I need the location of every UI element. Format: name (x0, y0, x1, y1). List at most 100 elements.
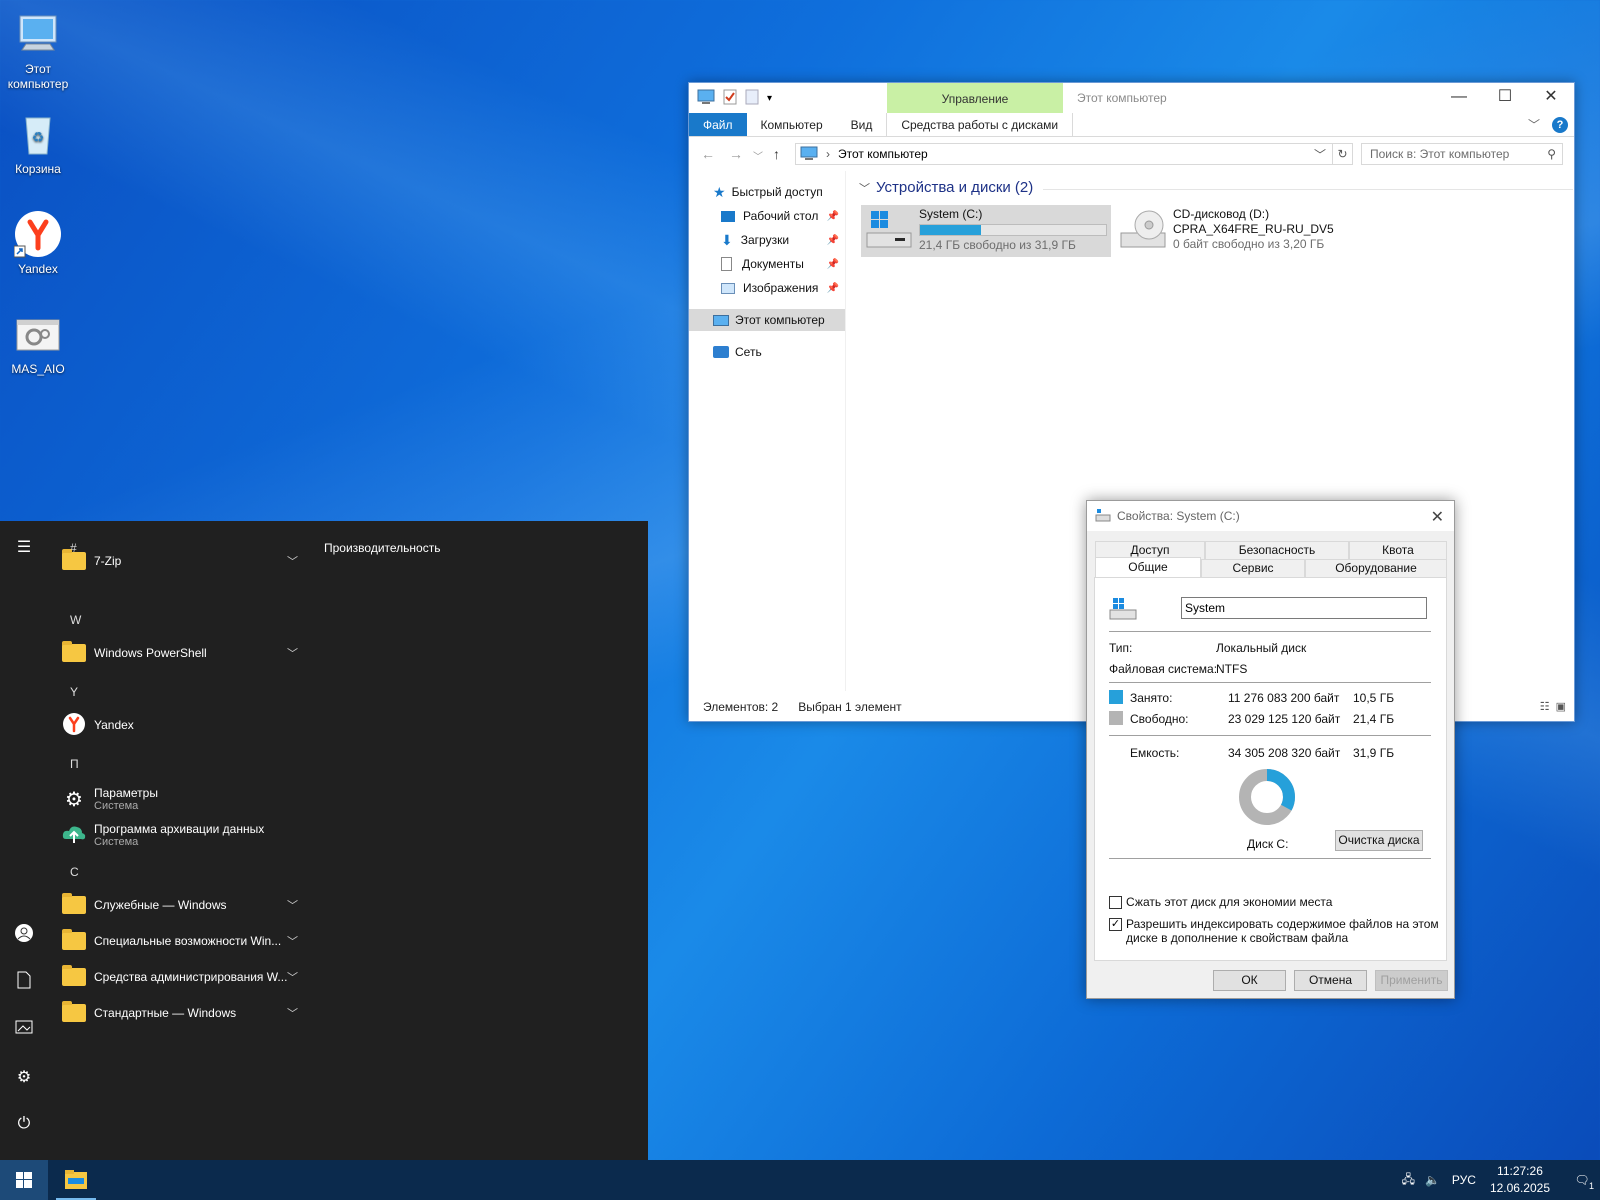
nav-label: Изображения (743, 281, 819, 295)
nav-this-pc[interactable]: Этот компьютер (689, 309, 845, 331)
tab-file[interactable]: Файл (689, 113, 747, 136)
cd-drive-icon (1119, 207, 1167, 256)
compress-checkbox[interactable] (1109, 896, 1122, 909)
app-admin-tools[interactable]: Средства администрирования W... ﹀ (62, 960, 302, 994)
drive-system-c[interactable]: System (C:) 21,4 ГБ свободно из 31,9 ГБ (861, 205, 1111, 257)
user-account-icon[interactable] (14, 923, 34, 943)
pin-icon[interactable]: 📌 (827, 211, 839, 222)
app-yandex[interactable]: Yandex (62, 708, 302, 742)
maximize-button[interactable]: ☐ (1482, 83, 1528, 113)
desktop-icon-recycle-bin[interactable]: ♻ Корзина (2, 110, 74, 177)
minimize-button[interactable]: — (1436, 83, 1482, 113)
app-7zip[interactable]: 7-Zip ﹀ (62, 544, 302, 578)
help-icon[interactable]: ? (1552, 116, 1568, 133)
tab-tools[interactable]: Сервис (1201, 559, 1305, 577)
free-label: Свободно: (1130, 712, 1189, 726)
nav-downloads[interactable]: ⬇ Загрузки 📌 (689, 229, 845, 251)
large-icons-view-icon[interactable]: ▣ (1556, 700, 1566, 713)
address-dropdown-icon[interactable]: ﹀ (1314, 146, 1326, 163)
cancel-button[interactable]: Отмена (1294, 970, 1367, 991)
tab-view[interactable]: Вид (837, 113, 887, 136)
app-backup[interactable]: Программа архивации данных Система (62, 817, 302, 853)
manage-context-tab[interactable]: Управление (887, 83, 1063, 113)
app-windows-system[interactable]: Служебные — Windows ﹀ (62, 888, 302, 922)
start-button[interactable] (0, 1160, 48, 1200)
refresh-button[interactable]: ↻ (1333, 143, 1353, 165)
ok-button[interactable]: ОК (1213, 970, 1286, 991)
tab-security[interactable]: Безопасность (1205, 541, 1349, 559)
drive-cd-d[interactable]: CD-дисковод (D:) CPRA_X64FRE_RU-RU_DV5 0… (1115, 205, 1355, 257)
apply-button[interactable]: Применить (1375, 970, 1448, 991)
recent-locations-icon[interactable]: ﹀ (753, 148, 763, 163)
desktop-icon-mas-aio[interactable]: MAS_AIO (2, 310, 74, 377)
nav-pictures[interactable]: Изображения 📌 (689, 277, 845, 299)
taskbar-file-explorer[interactable] (56, 1160, 96, 1200)
customize-qat-icon[interactable]: ▾ (767, 93, 772, 104)
search-input[interactable]: Поиск в: Этот компьютер ⚲ (1361, 143, 1563, 165)
close-icon[interactable]: ✕ (1431, 507, 1444, 527)
desktop-icon-this-pc[interactable]: Этот компьютер (2, 10, 74, 92)
details-view-icon[interactable]: ☷ (1540, 700, 1550, 713)
expand-ribbon-icon[interactable]: ﹀ (1528, 116, 1540, 133)
drive-usage-bar (919, 224, 1107, 236)
tab-computer[interactable]: Компьютер (747, 113, 837, 136)
separator (1109, 682, 1431, 683)
settings-gear-icon[interactable]: ⚙ (14, 1067, 34, 1087)
quick-access-toolbar: ▾ (697, 89, 772, 108)
chevron-down-icon: ﹀ (287, 900, 298, 912)
letter-header[interactable]: П (70, 757, 79, 771)
forward-arrow-icon[interactable]: → (729, 146, 743, 162)
disk-cleanup-button[interactable]: Очистка диска (1335, 830, 1423, 851)
documents-icon[interactable] (14, 971, 34, 991)
notification-count-badge: 1 (1588, 1181, 1594, 1191)
star-icon: ★ (713, 183, 726, 200)
power-icon[interactable]: ⏻ (14, 1115, 34, 1135)
pin-icon[interactable]: 📌 (827, 283, 839, 294)
app-label: Стандартные — Windows (94, 1006, 237, 1020)
nav-documents[interactable]: Документы 📌 (689, 253, 845, 275)
desktop-icon-label: Корзина (15, 162, 61, 176)
app-label: Средства администрирования W... (94, 970, 288, 984)
app-powershell[interactable]: Windows PowerShell ﹀ (62, 636, 302, 670)
pin-icon[interactable]: 📌 (827, 259, 839, 270)
tab-hardware[interactable]: Оборудование (1305, 559, 1447, 577)
pictures-icon[interactable] (14, 1019, 34, 1039)
letter-header[interactable]: Y (70, 685, 78, 699)
input-language[interactable]: РУС (1452, 1173, 1476, 1187)
tab-quota[interactable]: Квота (1349, 541, 1447, 559)
computer-icon (800, 146, 818, 163)
nav-desktop[interactable]: Рабочий стол 📌 (689, 205, 845, 227)
nav-network[interactable]: Сеть (689, 341, 845, 363)
up-arrow-icon[interactable]: ↑ (773, 146, 780, 162)
new-folder-icon[interactable] (745, 89, 759, 108)
disk-usage-donut (1239, 769, 1295, 825)
used-gb: 10,5 ГБ (1353, 691, 1395, 705)
tab-general[interactable]: Общие (1095, 557, 1201, 577)
app-accessories[interactable]: Стандартные — Windows ﹀ (62, 996, 302, 1030)
properties-icon[interactable] (723, 89, 737, 108)
breadcrumb-this-pc[interactable]: Этот компьютер (838, 147, 928, 161)
filesystem-label: Файловая система: (1109, 662, 1218, 676)
desktop-icon-yandex[interactable]: Yandex (2, 210, 74, 277)
hamburger-menu-icon[interactable]: ☰ (14, 537, 34, 557)
letter-header[interactable]: С (70, 865, 79, 879)
volume-name-input[interactable]: System (1181, 597, 1427, 619)
action-center-icon[interactable]: 🗨 1 (1564, 1173, 1600, 1191)
group-header-devices[interactable]: ﹀ Устройства и диски (2) (859, 179, 1033, 196)
pin-icon[interactable]: 📌 (827, 235, 839, 246)
windows-drive-icon (1109, 596, 1137, 625)
clock[interactable]: 11:27:26 12.06.2025 (1490, 1163, 1550, 1197)
app-accessibility[interactable]: Специальные возможности Win... ﹀ (62, 924, 302, 958)
letter-header[interactable]: W (70, 613, 81, 627)
tab-disk-tools[interactable]: Средства работы с дисками (886, 113, 1074, 136)
folder-icon (62, 549, 86, 570)
app-settings[interactable]: ⚙ Параметры Система (62, 781, 302, 817)
search-placeholder: Поиск в: Этот компьютер (1370, 147, 1510, 161)
close-button[interactable]: ✕ (1528, 83, 1574, 113)
index-checkbox[interactable]: ✓ (1109, 918, 1122, 931)
network-icon[interactable]: 🖧 (1402, 1170, 1415, 1191)
back-arrow-icon[interactable]: ← (701, 146, 715, 162)
address-bar[interactable]: › Этот компьютер ﹀ (795, 143, 1333, 165)
nav-quick-access[interactable]: ★ Быстрый доступ (689, 181, 845, 203)
volume-icon[interactable]: 🔈 (1425, 1173, 1440, 1187)
